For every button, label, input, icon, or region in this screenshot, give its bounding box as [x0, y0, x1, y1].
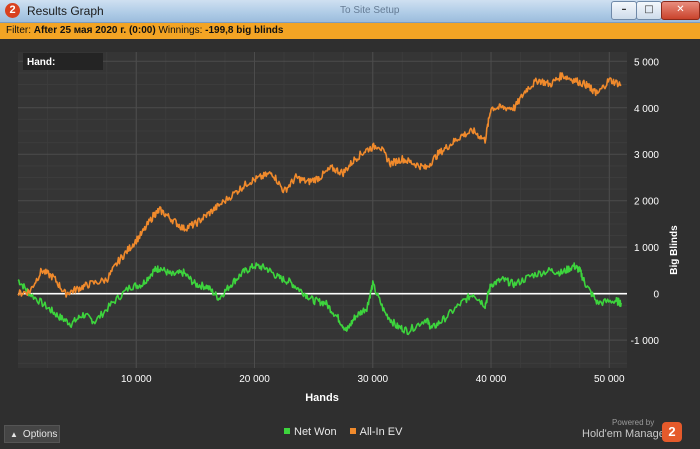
legend-net-won-label: Net Won	[294, 426, 337, 438]
filter-value: After 25 мая 2020 г. (0:00)	[33, 25, 156, 36]
powered-by-text: Powered by	[612, 418, 655, 427]
y-tick-label: 4 000	[634, 104, 659, 115]
y-tick-label: 5 000	[634, 57, 659, 68]
x-tick-label: 10 000	[121, 374, 152, 385]
x-tick-label: 50 000	[594, 374, 625, 385]
y-tick-label: -1 000	[631, 336, 660, 347]
plot-area	[18, 52, 627, 368]
winnings-label: Winnings:	[158, 25, 203, 36]
net-won-swatch	[284, 428, 290, 434]
brand-name: Hold'em Manager	[582, 428, 669, 440]
options-button[interactable]: ▲ Options	[4, 425, 60, 443]
app-logo-icon: 2	[5, 3, 20, 18]
background-window-text: To Site Setup	[340, 5, 400, 16]
x-tick-label: 40 000	[476, 374, 507, 385]
winnings-value: -199,8 big blinds	[205, 25, 284, 36]
chart-legend: Net Won All-In EV	[284, 426, 412, 438]
minimize-button[interactable]: –	[611, 1, 637, 20]
y-tick-label: 1 000	[634, 243, 659, 254]
x-tick-label: 20 000	[239, 374, 270, 385]
options-label: Options	[22, 429, 58, 440]
window-titlebar: 2 Results Graph To Site Setup – □ ✕	[0, 0, 700, 23]
chevron-up-icon: ▲	[10, 430, 18, 439]
all-in-ev-swatch	[349, 428, 356, 434]
brand-logo-icon: 2	[662, 422, 682, 442]
y-tick-label: 2 000	[634, 197, 659, 208]
filter-bar: Filter: After 25 мая 2020 г. (0:00) Winn…	[0, 23, 700, 39]
y-tick-label: 0	[653, 290, 659, 301]
y-tick-label: 3 000	[634, 150, 659, 161]
maximize-button[interactable]: □	[636, 1, 662, 20]
hand-info-label: Hand:	[27, 57, 55, 68]
legend-item-all-in-ev[interactable]: All-In EV	[349, 426, 403, 438]
x-axis-label: Hands	[305, 392, 339, 404]
filter-label: Filter:	[6, 25, 31, 36]
legend-all-in-ev-label: All-In EV	[359, 426, 403, 438]
close-button[interactable]: ✕	[661, 1, 700, 20]
y-axis-label: Big Blinds	[669, 225, 680, 275]
legend-item-net-won[interactable]: Net Won	[284, 426, 337, 438]
window-title: Results Graph	[27, 4, 104, 18]
x-tick-label: 30 000	[357, 374, 388, 385]
results-chart[interactable]: 10 000 20 000 30 000 40 000 50 000 5 000 4 000…	[0, 40, 700, 410]
